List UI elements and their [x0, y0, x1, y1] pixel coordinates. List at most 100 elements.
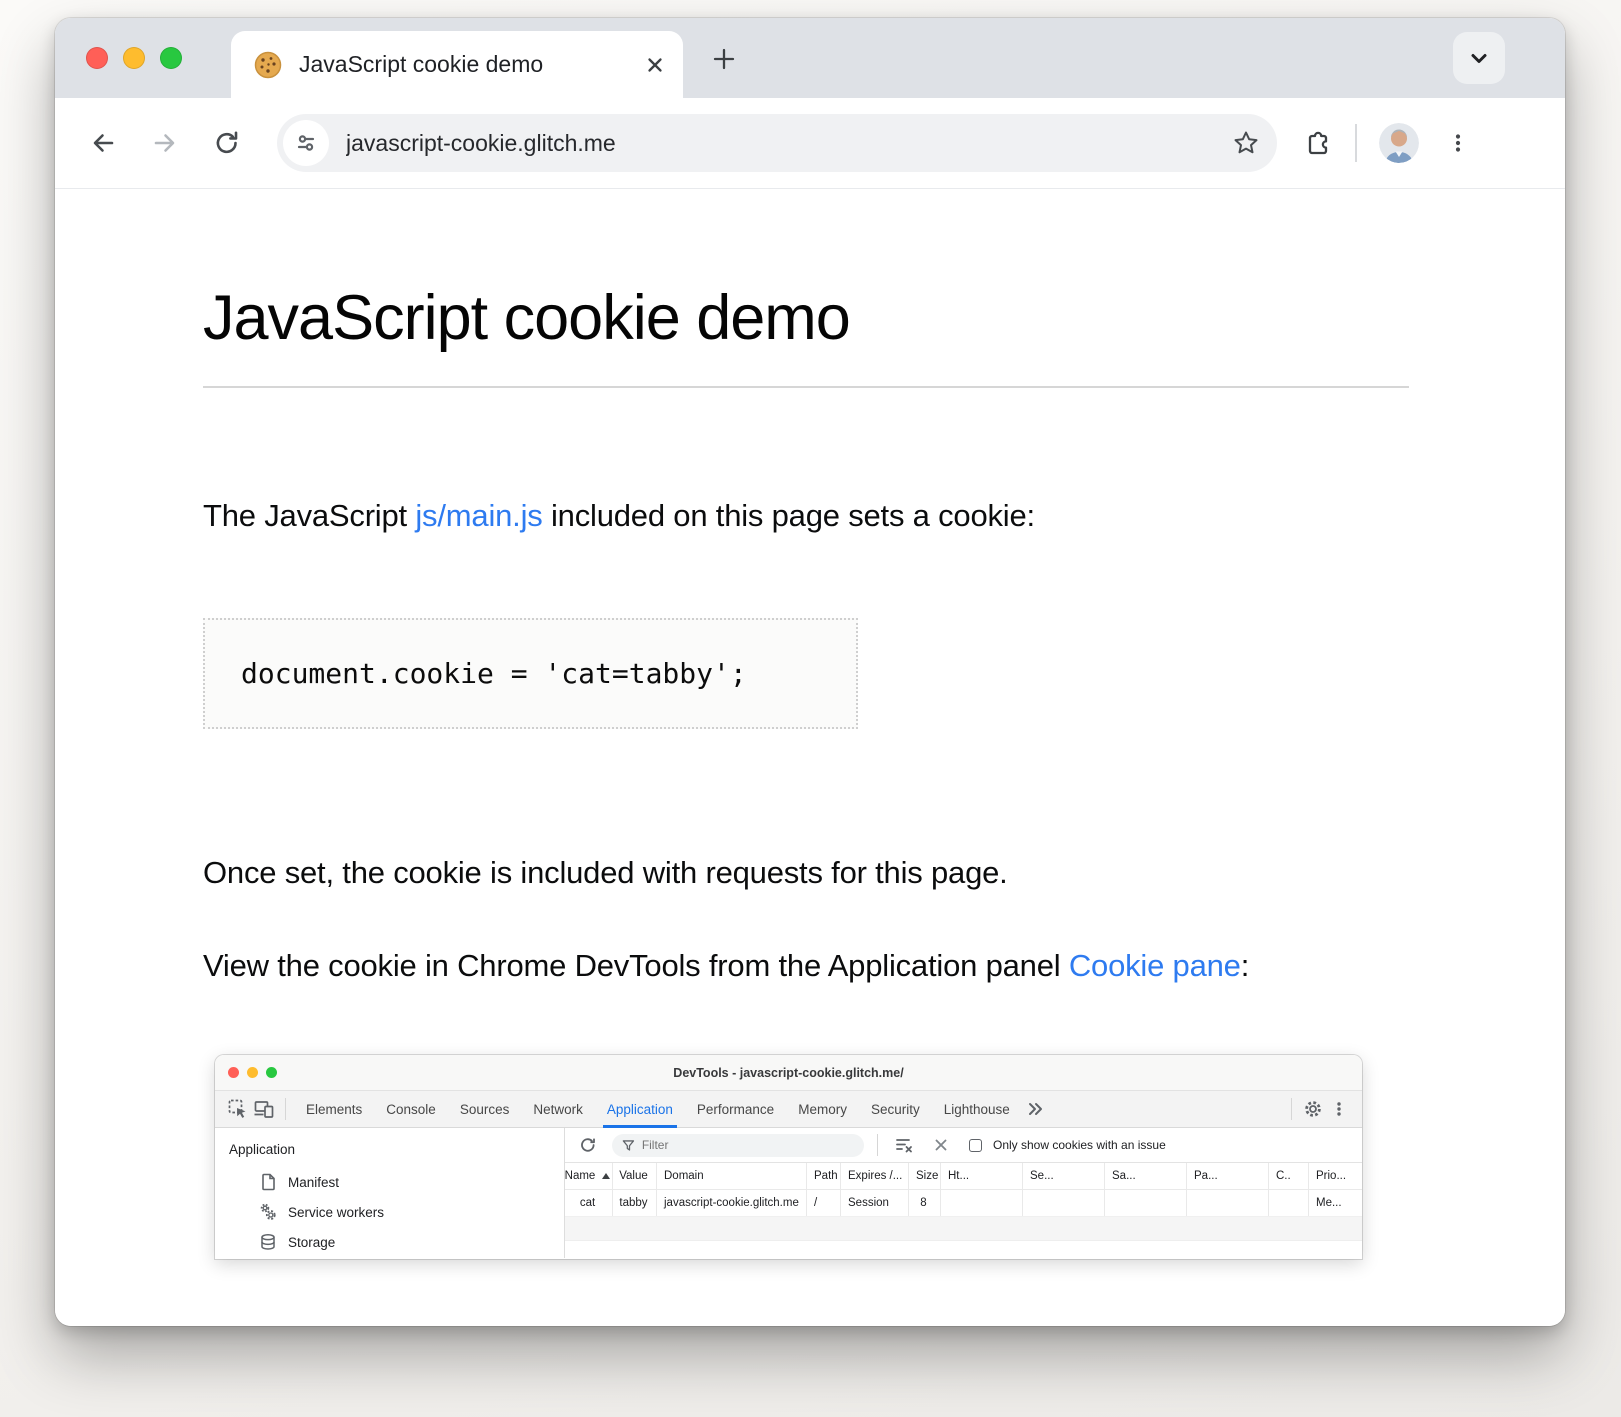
cookie-secure-cell — [1023, 1190, 1105, 1216]
issues-checkbox — [969, 1139, 982, 1152]
cookie-value-cell: tabby — [613, 1190, 657, 1216]
back-button[interactable] — [81, 121, 125, 165]
star-icon — [1231, 128, 1261, 158]
filter-funnel-icon — [622, 1139, 635, 1152]
zoom-window-button[interactable] — [160, 47, 182, 69]
filter-input — [642, 1138, 854, 1152]
title-divider — [203, 386, 1409, 388]
site-settings-button[interactable] — [283, 120, 329, 166]
cookies-table: Name Value Domain Path Expires /... Size… — [565, 1163, 1362, 1258]
devtools-tab-memory: Memory — [786, 1091, 859, 1128]
column-header: Se... — [1023, 1163, 1105, 1189]
traffic-lights — [86, 47, 182, 69]
p1-text-before: The JavaScript — [203, 498, 415, 533]
device-toolbar-icon — [251, 1096, 277, 1122]
browser-menu-button[interactable] — [1445, 130, 1471, 156]
sidebar-item-storage: Storage — [215, 1227, 564, 1257]
devtools-tab-console: Console — [374, 1091, 448, 1128]
sidebar-item-label: Storage — [288, 1235, 335, 1250]
devtools-window-title: DevTools - javascript-cookie.glitch.me/ — [673, 1066, 903, 1080]
clear-x-icon — [928, 1132, 954, 1158]
forward-arrow-icon — [149, 127, 181, 159]
code-block: document.cookie = 'cat=tabby'; — [203, 618, 858, 729]
browser-window: JavaScript cookie demo javascript-cookie — [55, 18, 1565, 1326]
column-header: Value — [613, 1163, 657, 1189]
devtools-titlebar: DevTools - javascript-cookie.glitch.me/ — [215, 1055, 1362, 1091]
paragraph-view-cookie: View the cookie in Chrome DevTools from … — [203, 941, 1409, 991]
devtools-tabbar: Elements Console Sources Network Applica… — [215, 1091, 1362, 1128]
tune-icon — [293, 130, 319, 156]
cookie-expires-cell: Session — [841, 1190, 909, 1216]
more-tabs-icon — [1022, 1096, 1048, 1122]
close-window-button[interactable] — [86, 47, 108, 69]
address-bar[interactable]: javascript-cookie.glitch.me — [277, 114, 1277, 172]
empty-table-stripe — [565, 1217, 1362, 1241]
tab-title: JavaScript cookie demo — [299, 51, 641, 78]
cookie-priority-cell: Me... — [1309, 1190, 1362, 1216]
browser-toolbar: javascript-cookie.glitch.me — [55, 98, 1565, 189]
back-arrow-icon — [87, 127, 119, 159]
reload-icon — [212, 128, 242, 158]
column-header: Ht... — [941, 1163, 1023, 1189]
settings-gear-icon — [1300, 1096, 1326, 1122]
devtools-menu-icon — [1326, 1096, 1352, 1122]
column-header: C.. — [1269, 1163, 1309, 1189]
cookie-filter-box — [612, 1134, 864, 1157]
issues-checkbox-label: Only show cookies with an issue — [993, 1138, 1166, 1152]
tab-strip: JavaScript cookie demo — [55, 18, 1565, 98]
database-icon — [259, 1233, 277, 1251]
p3-text-before: View the cookie in Chrome DevTools from … — [203, 948, 1069, 983]
cookie-pane-link[interactable]: Cookie pane — [1069, 948, 1241, 983]
browser-tab[interactable]: JavaScript cookie demo — [231, 31, 683, 98]
cookie-name-cell: cat — [565, 1190, 613, 1216]
cookie-size-cell: 8 — [909, 1190, 941, 1216]
extensions-button[interactable] — [1303, 128, 1333, 158]
devtools-tab-performance: Performance — [685, 1091, 786, 1128]
devtools-tab-sources: Sources — [448, 1091, 522, 1128]
bookmark-star-button[interactable] — [1231, 128, 1261, 158]
page-title: JavaScript cookie demo — [203, 189, 1409, 353]
column-header: Name — [565, 1163, 613, 1189]
forward-button[interactable] — [143, 121, 187, 165]
tab-close-icon[interactable] — [641, 51, 669, 79]
p3-text-after: : — [1241, 948, 1249, 983]
profile-avatar[interactable] — [1379, 123, 1419, 163]
document-icon — [259, 1173, 277, 1191]
new-tab-button[interactable] — [710, 45, 738, 73]
column-header: Sa... — [1105, 1163, 1187, 1189]
sidebar-item-manifest: Manifest — [215, 1167, 564, 1197]
devtools-sidebar: Application Manifest Service workers Sto… — [215, 1128, 565, 1258]
page-viewport: JavaScript cookie demo The JavaScript js… — [55, 189, 1565, 1326]
sidebar-item-service-workers: Service workers — [215, 1197, 564, 1227]
cookiebar-divider — [877, 1134, 878, 1156]
cookies-toolbar: Only show cookies with an issue — [565, 1128, 1362, 1163]
minimize-window-button[interactable] — [123, 47, 145, 69]
reload-button[interactable] — [205, 121, 249, 165]
chevron-down-icon — [1466, 45, 1492, 71]
column-header: Size — [909, 1163, 941, 1189]
p1-text-after: included on this page sets a cookie: — [543, 498, 1035, 533]
devtools-toolbar-divider — [285, 1098, 286, 1120]
cookies-table-header: Name Value Domain Path Expires /... Size… — [565, 1163, 1362, 1190]
cookie-favicon-icon — [253, 50, 283, 80]
puzzle-icon — [1303, 128, 1333, 158]
code-text: document.cookie = 'cat=tabby'; — [241, 657, 747, 690]
column-header: Domain — [657, 1163, 807, 1189]
inspect-element-icon — [225, 1096, 251, 1122]
cookie-partition-cell — [1187, 1190, 1269, 1216]
sidebar-item-label: Service workers — [288, 1205, 384, 1220]
cookie-httponly-cell — [941, 1190, 1023, 1216]
tab-search-button[interactable] — [1453, 32, 1505, 84]
toolbar-divider — [1355, 124, 1357, 162]
sidebar-item-label: Manifest — [288, 1175, 339, 1190]
cookie-c-cell — [1269, 1190, 1309, 1216]
column-header: Prio... — [1309, 1163, 1362, 1189]
devtools-close-dot — [228, 1067, 239, 1078]
column-header: Pa... — [1187, 1163, 1269, 1189]
devtools-tab-application: Application — [595, 1091, 685, 1128]
column-header: Path — [807, 1163, 841, 1189]
url-text: javascript-cookie.glitch.me — [346, 130, 1231, 157]
js-main-js-link[interactable]: js/main.js — [415, 498, 542, 533]
column-header: Expires /... — [841, 1163, 909, 1189]
cookie-domain-cell: javascript-cookie.glitch.me — [657, 1190, 807, 1216]
